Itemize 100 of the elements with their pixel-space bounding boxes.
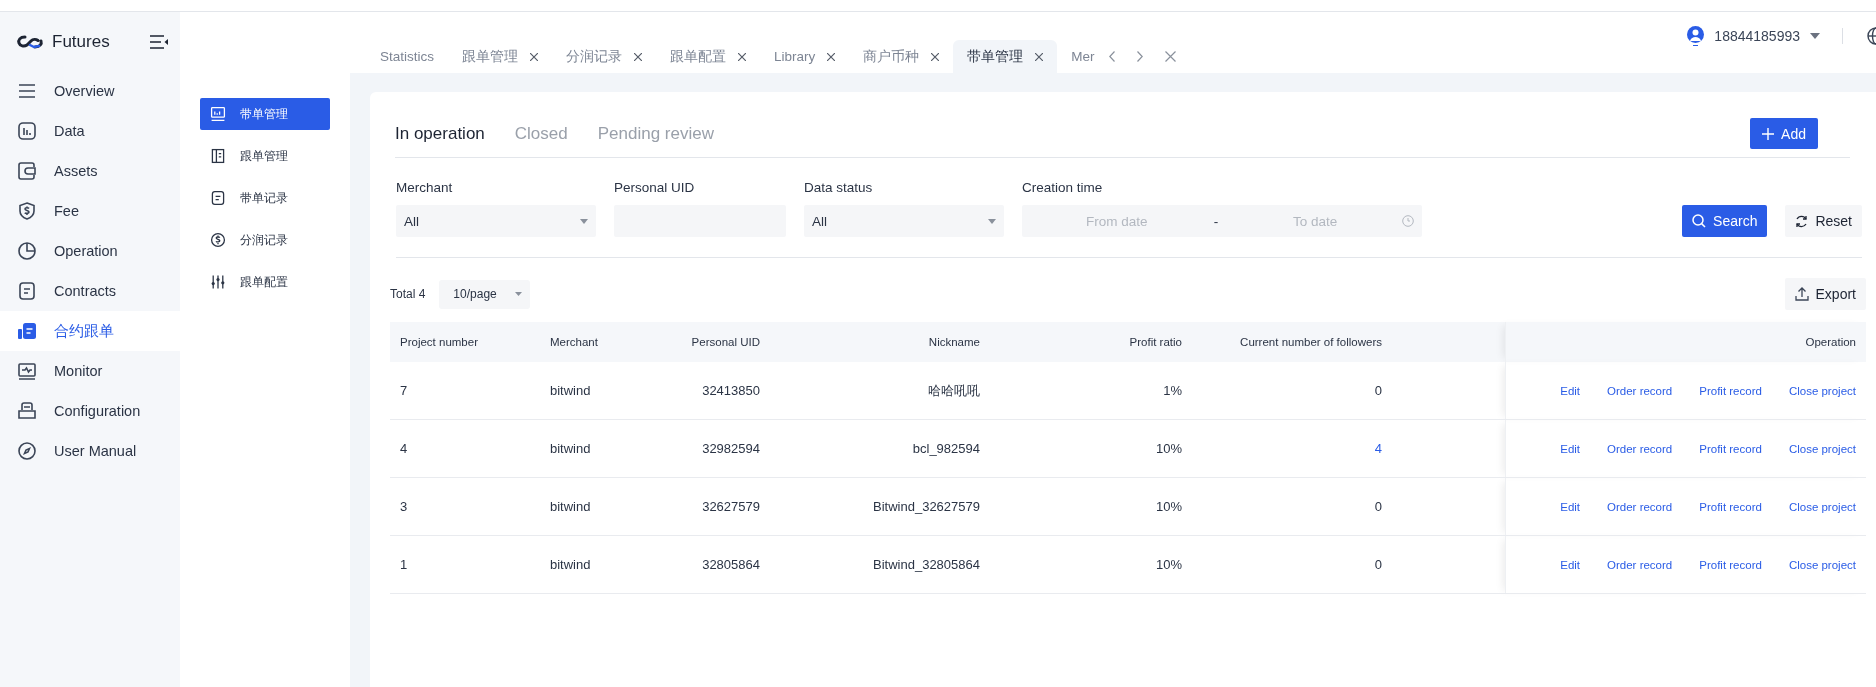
- page-tab[interactable]: Library: [760, 40, 850, 73]
- action-link[interactable]: Edit: [1560, 442, 1581, 455]
- page-tab[interactable]: 商户币种: [849, 40, 954, 73]
- date-separator: -: [1212, 213, 1220, 229]
- action-link[interactable]: Order record: [1607, 558, 1673, 571]
- action-link[interactable]: Edit: [1560, 500, 1581, 513]
- table-cell: 10%: [990, 419, 1192, 478]
- column-header: Merchant: [540, 322, 660, 362]
- column-header: Current number of followers: [1192, 322, 1392, 362]
- monitor-icon: [17, 361, 37, 381]
- column-header: Project number: [390, 322, 540, 362]
- table-cell: 10%: [990, 477, 1192, 536]
- table-cell: 32982594: [660, 419, 770, 478]
- action-link[interactable]: Edit: [1560, 384, 1581, 397]
- close-icon[interactable]: [530, 52, 538, 61]
- printer-icon: [17, 401, 37, 421]
- close-icon[interactable]: [827, 52, 836, 61]
- table-cell: Bitwind_32627579: [770, 477, 990, 536]
- close-icon[interactable]: [634, 52, 642, 61]
- document-icon: [210, 190, 226, 206]
- table-cell: 0: [1374, 383, 1382, 398]
- table-cell: 0: [1374, 557, 1382, 572]
- submenu-item[interactable]: 分润记录: [200, 224, 330, 256]
- search-icon: [1692, 214, 1707, 228]
- page-tab[interactable]: 分润记录: [552, 40, 656, 73]
- nav-item[interactable]: Contracts: [0, 271, 180, 311]
- close-icon[interactable]: [1035, 52, 1044, 61]
- table-cell: bcl_982594: [770, 419, 990, 478]
- action-link[interactable]: Order record: [1607, 500, 1673, 513]
- action-link[interactable]: Close project: [1788, 384, 1856, 397]
- user-phone[interactable]: 18844185993: [1714, 28, 1800, 44]
- followers-link[interactable]: 4: [1374, 441, 1382, 456]
- action-link[interactable]: Profit record: [1699, 558, 1762, 571]
- wallet-icon: [17, 161, 37, 181]
- caret-down-icon: [515, 292, 523, 296]
- action-link[interactable]: Close project: [1788, 442, 1856, 455]
- nav-item[interactable]: Data: [0, 111, 180, 151]
- close-icon[interactable]: [931, 52, 940, 61]
- table-cell: 0: [1374, 499, 1382, 514]
- nav-item[interactable]: Operation: [0, 231, 180, 271]
- close-icon[interactable]: [738, 52, 746, 61]
- nav-item[interactable]: User Manual: [0, 431, 180, 471]
- reset-button[interactable]: Reset: [1785, 205, 1862, 237]
- column-header: Operation: [1505, 322, 1866, 362]
- nav-item[interactable]: Overview: [0, 71, 180, 111]
- logo-icon: [16, 33, 44, 50]
- column-header: Personal UID: [660, 322, 770, 362]
- dollar-shield-icon: [17, 201, 37, 221]
- filter-label: Personal UID: [614, 180, 696, 195]
- action-link[interactable]: Close project: [1788, 558, 1856, 571]
- caret-down-icon[interactable]: [1810, 33, 1820, 39]
- action-link[interactable]: Edit: [1560, 558, 1581, 571]
- page-tab[interactable]: Statistics: [366, 40, 448, 73]
- page-tab[interactable]: 带单管理: [953, 40, 1058, 73]
- export-button[interactable]: Export: [1784, 278, 1866, 310]
- select-field[interactable]: All: [396, 205, 596, 237]
- table-cell: 哈哈吼吼: [770, 362, 990, 420]
- select-field[interactable]: All: [804, 205, 1004, 237]
- page-tab[interactable]: 跟单管理: [448, 40, 552, 73]
- submenu-item[interactable]: 带单记录: [200, 182, 330, 214]
- nav-item[interactable]: 合约跟单: [0, 311, 180, 351]
- caret-down-icon: [580, 218, 588, 224]
- submenu-item[interactable]: 跟单配置: [200, 266, 330, 298]
- column-header: Nickname: [770, 322, 990, 362]
- action-link[interactable]: Profit record: [1699, 442, 1762, 455]
- status-tab[interactable]: In operation: [395, 123, 485, 144]
- document-icon: [17, 281, 37, 301]
- user-avatar-icon: [1687, 26, 1705, 46]
- action-link[interactable]: Profit record: [1699, 500, 1762, 513]
- action-link[interactable]: Close project: [1788, 500, 1856, 513]
- action-link[interactable]: Order record: [1607, 384, 1673, 397]
- page-tab[interactable]: 跟单配置: [656, 40, 760, 73]
- nav-item[interactable]: Assets: [0, 151, 180, 191]
- bar-chart-icon: [17, 121, 37, 141]
- table-cell: 4: [390, 419, 540, 478]
- ledger-icon: [210, 148, 226, 164]
- submenu-item[interactable]: 跟单管理: [200, 140, 330, 172]
- action-link[interactable]: Order record: [1607, 442, 1673, 455]
- list-icon: [17, 81, 37, 101]
- search-button[interactable]: Search: [1682, 205, 1768, 237]
- page-tab[interactable]: Mer: [1057, 40, 1109, 73]
- nav-item[interactable]: Configuration: [0, 391, 180, 431]
- table-cell: 1: [390, 535, 540, 594]
- nav-item[interactable]: Monitor: [0, 351, 180, 391]
- action-link[interactable]: Profit record: [1699, 384, 1762, 397]
- compass-icon: [17, 441, 37, 461]
- chevron-left-icon[interactable]: [1108, 51, 1115, 62]
- add-button[interactable]: Add: [1750, 118, 1818, 149]
- close-icon[interactable]: [1164, 51, 1176, 62]
- page-size-select[interactable]: 10/page: [439, 279, 531, 309]
- nav-item[interactable]: Fee: [0, 191, 180, 231]
- submenu-item[interactable]: 带单管理: [200, 98, 330, 130]
- menu-collapse-icon[interactable]: [150, 34, 168, 49]
- table-cell: bitwind: [540, 535, 660, 594]
- dollar-coin-icon: [210, 232, 226, 248]
- caret-down-icon: [988, 218, 996, 224]
- chevron-right-icon[interactable]: [1136, 51, 1143, 62]
- table-cell: Bitwind_32805864: [770, 535, 990, 594]
- filter-label: Creation time: [1022, 180, 1104, 195]
- table-cell: 10%: [990, 535, 1192, 594]
